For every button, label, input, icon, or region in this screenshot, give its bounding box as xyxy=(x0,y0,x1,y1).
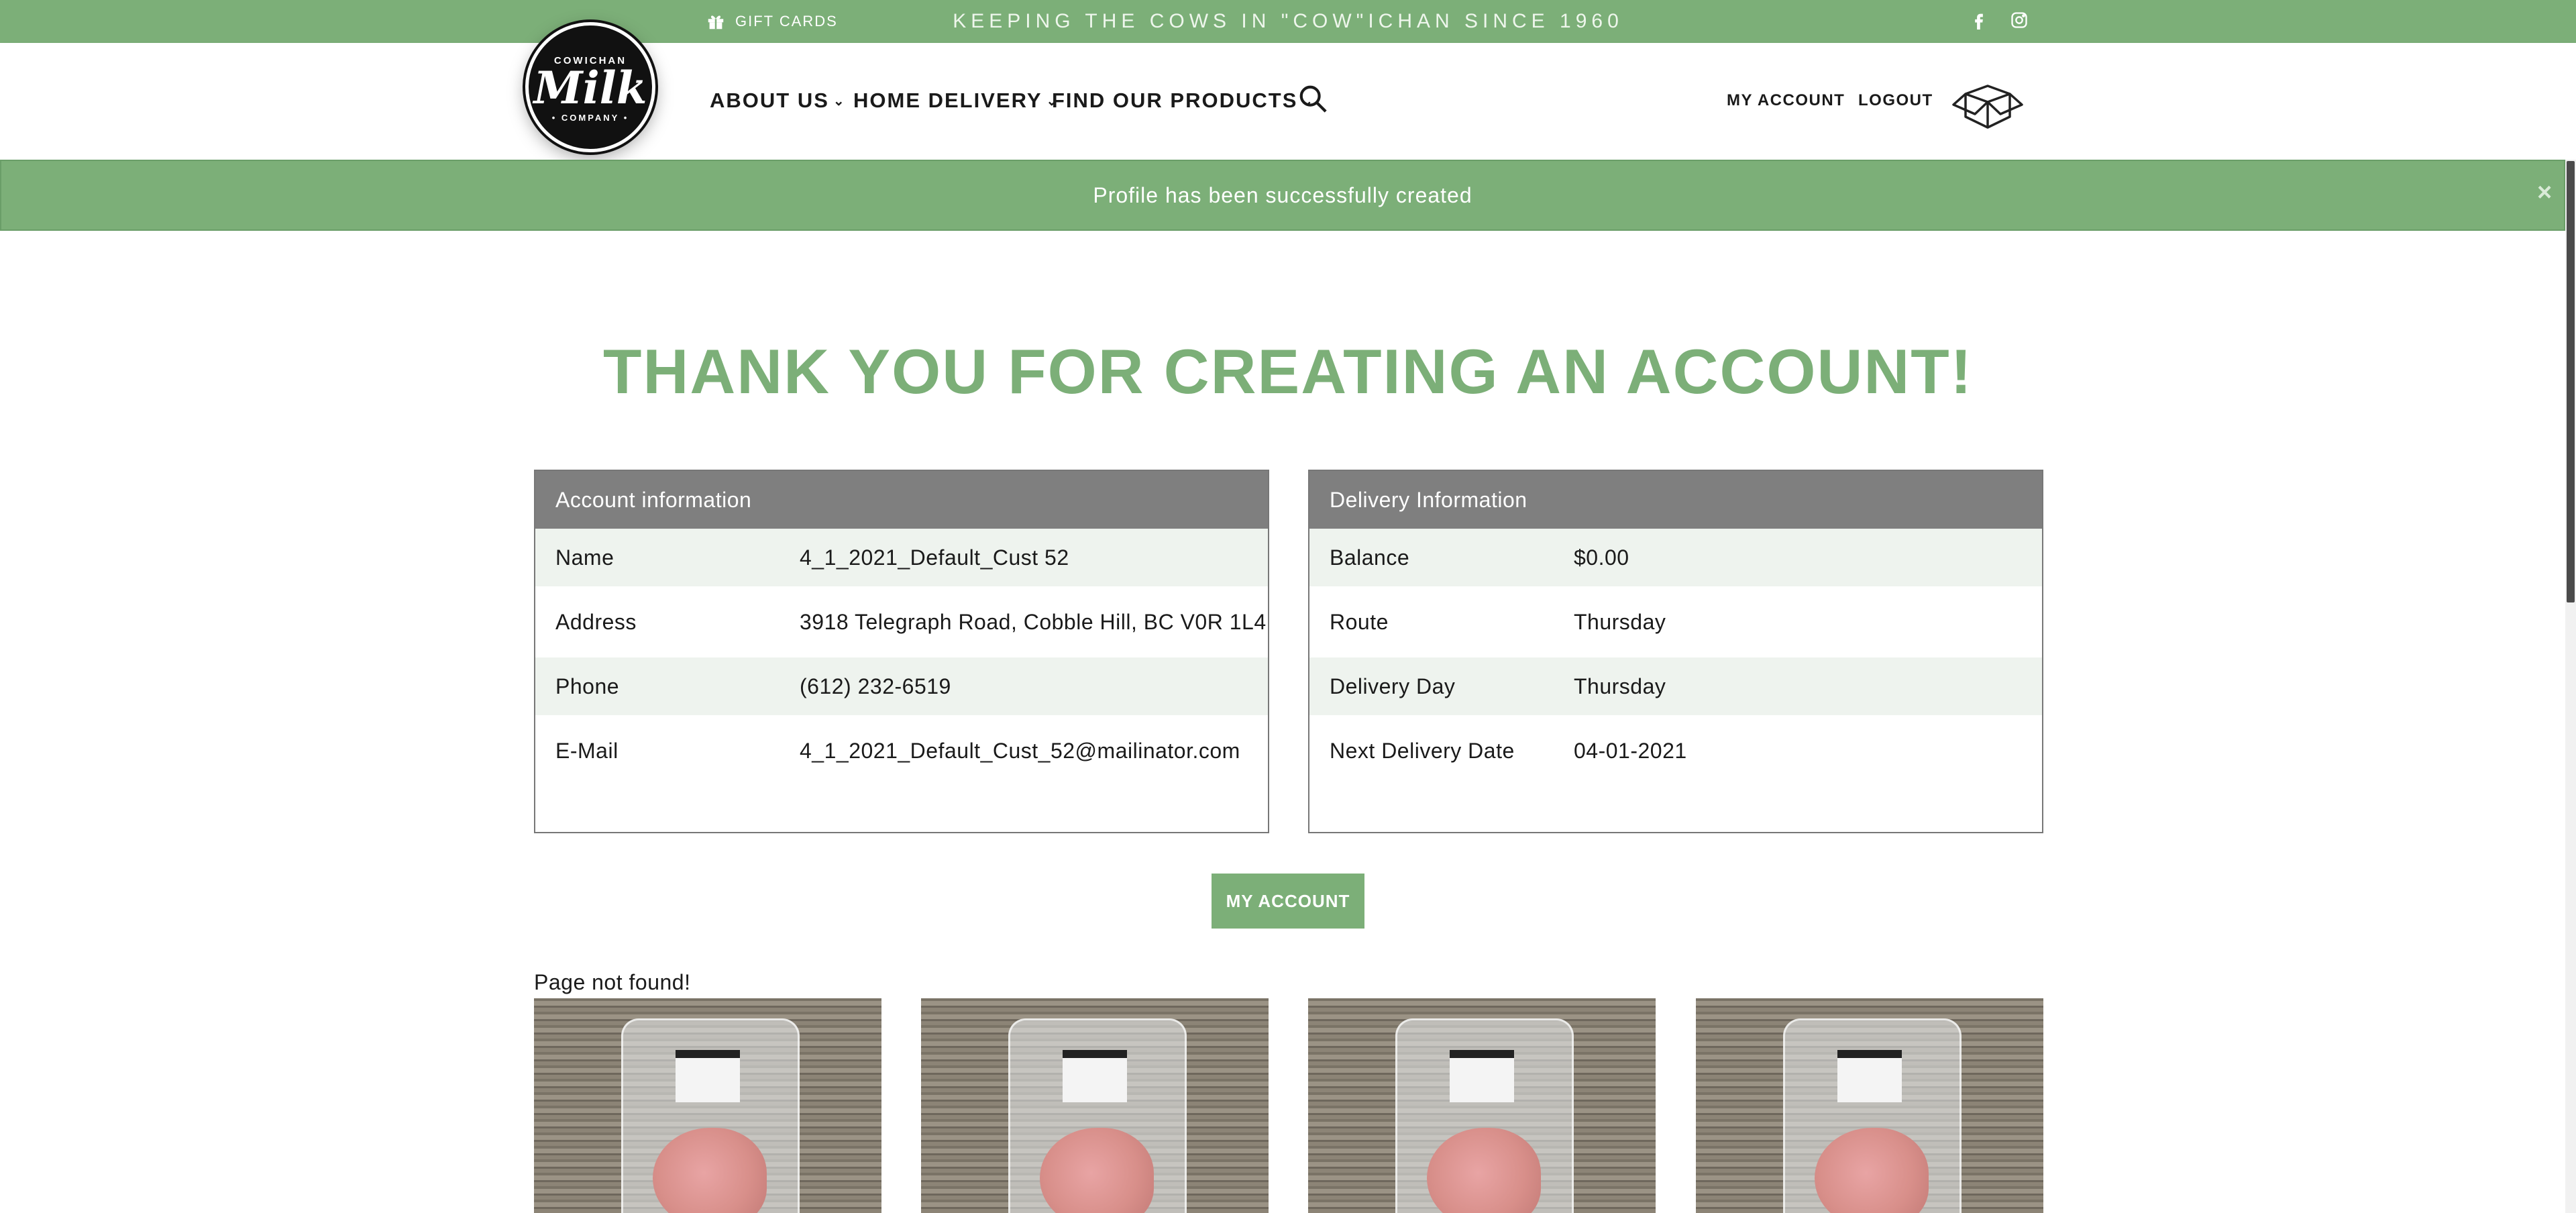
nav-about-us-label: ABOUT US xyxy=(710,89,829,112)
search-icon[interactable] xyxy=(1297,83,1328,114)
account-info-heading: Account information xyxy=(535,471,1268,529)
row-label: Balance xyxy=(1330,545,1410,570)
row-label: Route xyxy=(1330,610,1389,634)
chevron-down-icon: ⌄ xyxy=(833,93,846,109)
product-bag xyxy=(1395,1018,1574,1213)
nav-find-products[interactable]: FIND OUR PRODUCTS ⌄ xyxy=(1052,87,1314,114)
row-label: Delivery Day xyxy=(1330,674,1456,698)
row-label: Phone xyxy=(555,674,620,698)
product-image[interactable] xyxy=(1696,998,2043,1213)
cart-box-icon[interactable] xyxy=(1949,75,2026,131)
row-value: Thursday xyxy=(1574,610,1666,634)
instagram-icon[interactable] xyxy=(2006,7,2033,34)
row-value: $0.00 xyxy=(1574,545,1629,570)
product-image[interactable] xyxy=(1308,998,1656,1213)
row-value: 4_1_2021_Default_Cust 52 xyxy=(800,545,1069,570)
nav-home-delivery[interactable]: HOME DELIVERY ⌄ xyxy=(853,87,1059,114)
facebook-icon[interactable] xyxy=(1966,7,1992,34)
row-label: E-Mail xyxy=(555,739,619,763)
table-row: E-Mail 4_1_2021_Default_Cust_52@mailinat… xyxy=(535,722,1268,780)
delivery-info-heading: Delivery Information xyxy=(1309,471,2042,529)
page-title: THANK YOU FOR CREATING AN ACCOUNT! xyxy=(603,336,1973,407)
table-row: Route Thursday xyxy=(1309,593,2042,651)
logout-link[interactable]: LOGOUT xyxy=(1858,91,1933,110)
row-label: Name xyxy=(555,545,614,570)
gift-icon xyxy=(708,15,724,30)
table-row: Next Delivery Date 04-01-2021 xyxy=(1309,722,2042,780)
gift-cards-label: GIFT CARDS xyxy=(735,13,838,30)
my-account-button[interactable]: MY ACCOUNT xyxy=(1212,874,1364,929)
row-value: 3918 Telegraph Road, Cobble Hill, BC V0R… xyxy=(800,610,1267,634)
my-account-link[interactable]: MY ACCOUNT xyxy=(1727,91,1845,110)
site-logo[interactable]: COWICHAN Milk • COMPANY • xyxy=(525,22,655,152)
table-row: Phone (612) 232-6519 xyxy=(535,657,1268,715)
product-bag xyxy=(1783,1018,1962,1213)
logo-word: Milk xyxy=(533,62,647,114)
row-label: Next Delivery Date xyxy=(1330,739,1515,763)
table-row: Balance $0.00 xyxy=(1309,529,2042,586)
table-row: Delivery Day Thursday xyxy=(1309,657,2042,715)
close-icon[interactable]: × xyxy=(2537,178,2552,207)
gift-cards-link[interactable]: GIFT CARDS xyxy=(706,9,838,34)
row-label: Address xyxy=(555,610,637,634)
delivery-info-panel: Delivery Information Balance $0.00 Route… xyxy=(1308,470,2043,833)
logo-line-bottom: • COMPANY • xyxy=(551,113,629,123)
table-row: Name 4_1_2021_Default_Cust 52 xyxy=(535,529,1268,586)
account-info-panel: Account information Name 4_1_2021_Defaul… xyxy=(534,470,1269,833)
row-value: Thursday xyxy=(1574,674,1666,698)
product-image[interactable] xyxy=(921,998,1269,1213)
nav-about-us[interactable]: ABOUT US ⌄ xyxy=(710,87,846,114)
success-alert: Profile has been successfully created xyxy=(0,160,2565,231)
row-value: 04-01-2021 xyxy=(1574,739,1687,763)
row-value: (612) 232-6519 xyxy=(800,674,951,698)
product-bag xyxy=(1008,1018,1187,1213)
nav-find-products-label: FIND OUR PRODUCTS xyxy=(1052,89,1298,112)
tagline: KEEPING THE COWS IN "COW"ICHAN SINCE 196… xyxy=(953,10,1623,32)
table-row: Address 3918 Telegraph Road, Cobble Hill… xyxy=(535,593,1268,651)
nav-home-delivery-label: HOME DELIVERY xyxy=(853,89,1042,112)
page-not-found-text: Page not found! xyxy=(534,970,691,994)
row-value: 4_1_2021_Default_Cust_52@mailinator.com xyxy=(800,739,1240,763)
product-image[interactable] xyxy=(534,998,881,1213)
product-bag xyxy=(621,1018,800,1213)
